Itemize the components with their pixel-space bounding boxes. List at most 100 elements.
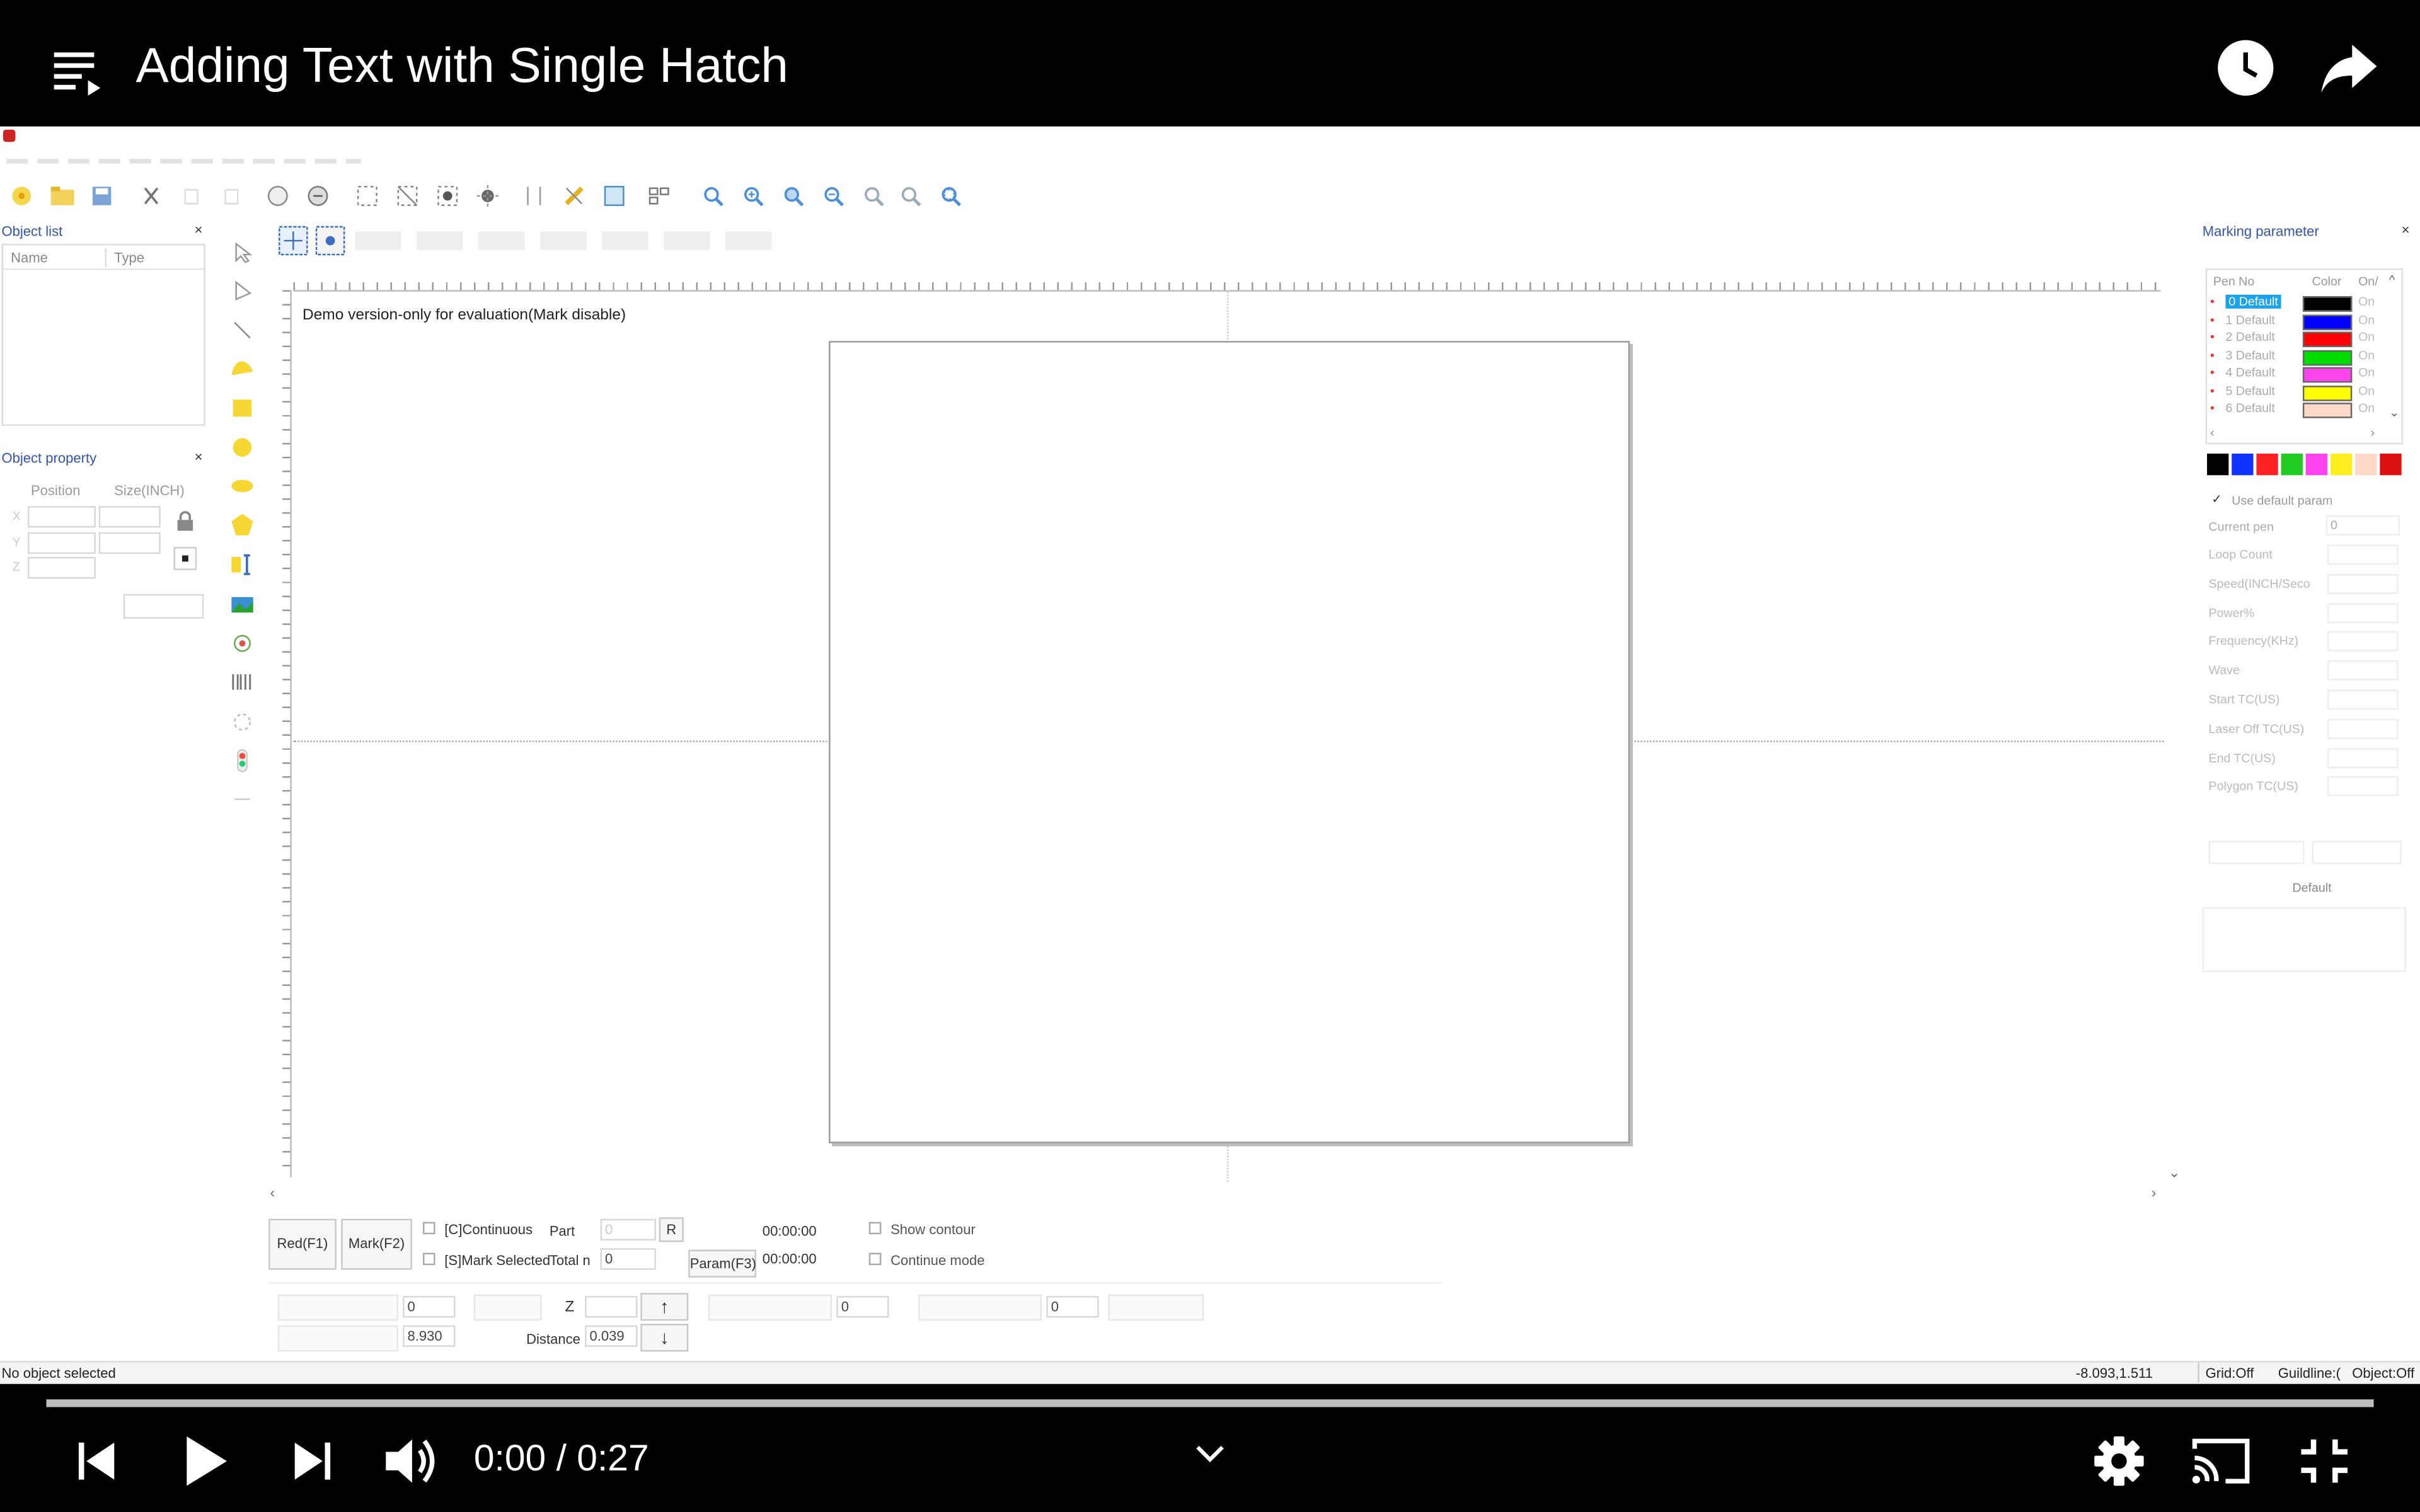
circle-tool-icon[interactable]	[230, 435, 255, 460]
axis-control-button-4[interactable]	[708, 1294, 833, 1321]
scroll-right-icon[interactable]: ›	[2152, 1185, 2156, 1200]
param-extra-input-2[interactable]	[2312, 840, 2402, 864]
watch-later-icon[interactable]	[2216, 38, 2275, 97]
axis-value-input-2[interactable]: 8.930	[403, 1325, 456, 1347]
axis-value-input-3[interactable]: 0	[836, 1296, 889, 1318]
zoom-fit-icon[interactable]	[781, 183, 805, 208]
guideline-status[interactable]: Guildline:(	[2278, 1365, 2341, 1380]
lock-icon[interactable]	[173, 509, 197, 534]
zoom-out-icon[interactable]	[821, 183, 846, 208]
param-button[interactable]: Param(F3)	[688, 1249, 756, 1278]
axis-control-button-5[interactable]	[918, 1294, 1042, 1321]
total-input[interactable]: 0	[600, 1248, 656, 1270]
timer-tool-icon[interactable]	[230, 710, 255, 735]
open-folder-icon[interactable]	[49, 183, 77, 208]
chevron-down-icon[interactable]	[1193, 1441, 1227, 1465]
pen-list-scroll-up-icon[interactable]: ^	[2389, 273, 2395, 287]
distance-input[interactable]: 0.039	[585, 1325, 638, 1347]
save-icon[interactable]	[89, 183, 114, 208]
object-list-close-icon[interactable]: ×	[195, 222, 203, 238]
red-light-button[interactable]: Red(F1)	[268, 1218, 337, 1270]
output-port-icon[interactable]	[230, 787, 255, 811]
continue-mode-checkbox[interactable]	[868, 1252, 882, 1266]
ellipse-tool-icon[interactable]	[230, 474, 255, 498]
ungroup-icon[interactable]	[475, 183, 500, 208]
continuous-checkbox[interactable]	[423, 1222, 435, 1235]
pen-list-scroll-down-icon[interactable]: ⌄	[2389, 406, 2399, 420]
barcode-tool-icon[interactable]	[230, 670, 255, 694]
snap-grid-icon[interactable]	[278, 226, 309, 256]
palette-swatch[interactable]	[2355, 454, 2377, 476]
param-input[interactable]	[2327, 689, 2399, 710]
zoom-in-icon[interactable]	[741, 183, 766, 208]
apply-property-button[interactable]	[123, 593, 204, 619]
cut-icon[interactable]	[139, 183, 163, 208]
palette-swatch[interactable]	[2330, 454, 2353, 476]
node-edit-icon[interactable]	[522, 183, 546, 208]
marking-parameter-close-icon[interactable]: ×	[2402, 222, 2410, 238]
param-extra-input-1[interactable]	[2208, 840, 2305, 864]
zoom-icon[interactable]	[701, 183, 725, 208]
work-area-page[interactable]	[829, 341, 1630, 1143]
param-input[interactable]	[2327, 573, 2399, 594]
next-icon[interactable]	[289, 1438, 335, 1484]
palette-swatch[interactable]	[2232, 454, 2254, 476]
pen-row[interactable]: • 3 Default On	[2207, 348, 2389, 365]
param-input[interactable]	[2327, 776, 2399, 797]
playlist-icon[interactable]	[51, 46, 107, 101]
rotate-icon[interactable]	[306, 183, 330, 208]
param-input[interactable]	[2327, 544, 2399, 565]
scroll-left-icon[interactable]: ‹	[270, 1185, 275, 1200]
param-input[interactable]	[2327, 602, 2399, 623]
axis-value-input-1[interactable]: 0	[403, 1296, 456, 1318]
curve-tool-icon[interactable]	[230, 357, 255, 381]
size-x-input[interactable]	[98, 506, 161, 528]
palette-swatch[interactable]	[2207, 454, 2229, 476]
share-icon[interactable]	[2318, 40, 2380, 96]
input-port-icon[interactable]	[230, 748, 255, 773]
exit-fullscreen-icon[interactable]	[2298, 1436, 2351, 1486]
param-input[interactable]	[2327, 660, 2399, 681]
play-icon[interactable]	[181, 1433, 230, 1489]
snap-object-icon[interactable]	[315, 226, 346, 256]
pen-list-scroll-left-icon[interactable]: ‹	[2210, 426, 2215, 440]
settings-gear-icon[interactable]	[2091, 1433, 2146, 1489]
axis-control-button-2[interactable]	[277, 1325, 398, 1352]
pen-row[interactable]: • 4 Default On	[2207, 365, 2389, 383]
z-up-button[interactable]: ↑	[640, 1293, 689, 1321]
array-icon[interactable]	[648, 183, 676, 208]
default-button[interactable]: Default	[2281, 881, 2343, 902]
group-icon[interactable]	[435, 183, 460, 208]
progress-bar[interactable]	[46, 1399, 2374, 1407]
mark-selected-checkbox[interactable]	[423, 1252, 435, 1266]
current-pen-input[interactable]: 0	[2325, 515, 2400, 536]
cast-icon[interactable]	[2189, 1433, 2254, 1489]
polygon-tool-icon[interactable]	[230, 512, 255, 537]
position-z-input[interactable]	[28, 557, 96, 579]
menu-bar[interactable]	[0, 154, 371, 169]
object-list-table[interactable]: Name Type	[1, 243, 205, 426]
bitmap-tool-icon[interactable]	[230, 592, 255, 617]
scroll-down-icon[interactable]: ⌄	[2169, 1165, 2180, 1182]
palette-swatch[interactable]	[2256, 454, 2278, 476]
pen-list-table[interactable]: Pen No Color On/ ^ ⌄ • 0 Default On • 1 Defa…	[2205, 268, 2404, 445]
axis-control-button-6[interactable]	[1108, 1294, 1204, 1321]
node-select-icon[interactable]	[230, 279, 255, 304]
select-box-icon[interactable]	[395, 183, 420, 208]
select-arrow-icon[interactable]	[230, 241, 255, 265]
palette-swatch[interactable]	[2380, 454, 2402, 476]
mark-button[interactable]: Mark(F2)	[341, 1218, 412, 1270]
paste-icon[interactable]	[219, 183, 244, 208]
pen-row[interactable]: • 6 Default On	[2207, 401, 2389, 419]
z-down-button[interactable]: ↓	[640, 1324, 689, 1352]
axis-control-button-3[interactable]	[473, 1294, 542, 1321]
z-input[interactable]	[585, 1296, 638, 1318]
position-y-input[interactable]	[28, 532, 96, 554]
palette-swatch[interactable]	[2305, 454, 2328, 476]
reset-part-button[interactable]: R	[659, 1217, 684, 1242]
grid-status[interactable]: Grid:Off	[2206, 1365, 2254, 1380]
pen-row[interactable]: • 5 Default On	[2207, 384, 2389, 401]
previous-icon[interactable]	[74, 1438, 120, 1484]
object-property-close-icon[interactable]: ×	[195, 449, 203, 464]
select-all-icon[interactable]	[355, 183, 379, 208]
